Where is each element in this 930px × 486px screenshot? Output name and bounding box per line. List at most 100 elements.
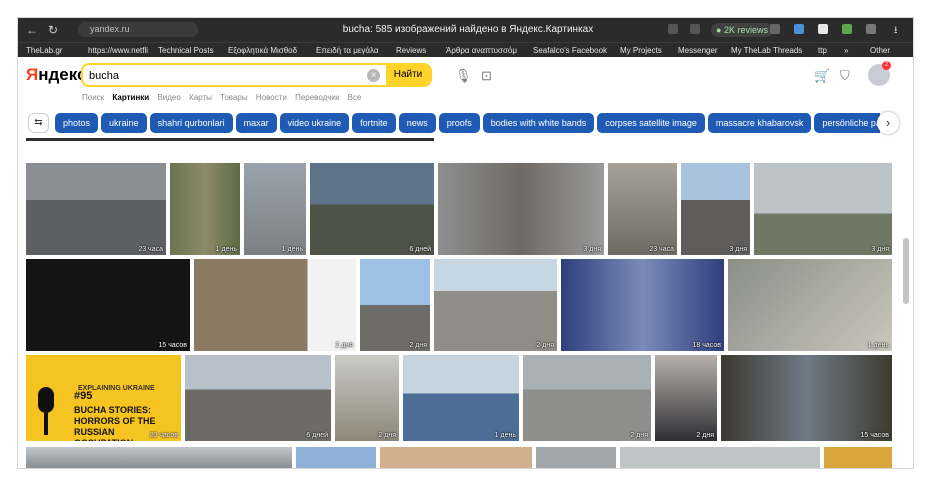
extension-green-icon[interactable]	[842, 24, 852, 34]
image-thumbnail[interactable]: 6 дней	[310, 163, 434, 255]
chip[interactable]: photos	[55, 113, 99, 133]
clear-icon[interactable]: ×	[367, 69, 380, 82]
bookmark-item[interactable]: Εξοφλητικά Μισθοδ	[228, 46, 297, 55]
bookmark-item[interactable]: https://www.netfli	[88, 46, 148, 55]
bookmark-item[interactable]: Reviews	[396, 46, 426, 55]
image-thumbnail[interactable]: 2 дня	[655, 355, 717, 441]
chip[interactable]: proofs	[438, 113, 480, 133]
age-label: 2 дня	[536, 342, 554, 349]
shield-icon[interactable]	[866, 24, 876, 34]
image-thumbnail[interactable]: 1 день	[170, 163, 240, 255]
tab-images[interactable]: Картинки	[112, 93, 149, 102]
image-thumbnail[interactable]: 15 часов	[26, 259, 190, 351]
tab-search[interactable]: Поиск	[82, 93, 104, 102]
age-label: 2 дня	[630, 432, 648, 439]
chip[interactable]: bodies with white bands	[482, 113, 595, 133]
tab-all[interactable]: Все	[348, 93, 362, 102]
image-thumbnail[interactable]: 15 часов	[721, 355, 892, 441]
search-box: × Найти	[81, 63, 432, 87]
image-thumbnail[interactable]: 2 дня	[523, 355, 651, 441]
image-thumbnail[interactable]	[296, 447, 376, 468]
bookmark-item[interactable]: My Projects	[620, 46, 662, 55]
bookmark-item[interactable]: Seafalco's Facebook	[533, 46, 607, 55]
related-chips: photos ukraine shahri qurbonlari maxar video…	[55, 113, 880, 133]
image-thumbnail[interactable]: 2 дня	[434, 259, 557, 351]
extension-blue-icon[interactable]	[794, 24, 804, 34]
tab-products[interactable]: Товары	[220, 93, 248, 102]
bookmark-item[interactable]: Άρθρα αναπτυσσόμ	[446, 46, 517, 55]
image-thumbnail[interactable]: EXPLAINING UKRAINE #95 BUCHA STORIES: HO…	[26, 355, 181, 441]
back-icon[interactable]: ←	[26, 23, 38, 37]
chip[interactable]: corpses satellite image	[597, 113, 705, 133]
service-tabs: Поиск Картинки Видео Карты Товары Новост…	[82, 93, 367, 102]
image-thumbnail[interactable]: 3 дня	[681, 163, 750, 255]
search-input[interactable]	[89, 67, 349, 84]
cart-icon[interactable]: 🛒	[814, 68, 830, 84]
age-label: 23 часа	[138, 246, 163, 253]
image-thumbnail[interactable]: 1 день	[728, 259, 892, 351]
filter-icon[interactable]: ⇆	[28, 113, 49, 133]
image-thumbnail[interactable]: 2 дня	[335, 355, 399, 441]
bookmark-item[interactable]: TheLab.gr	[26, 46, 62, 55]
image-thumbnail[interactable]: 18 часов	[561, 259, 724, 351]
bookmark-other[interactable]: Other	[870, 46, 890, 55]
address-bar[interactable]: yandex.ru	[78, 22, 198, 37]
shield-check-icon[interactable]: ⛉	[840, 68, 850, 84]
window-title: bucha: 585 изображений найдено в Яндекс.…	[342, 24, 594, 35]
chevron-right-icon[interactable]: ›	[877, 112, 899, 134]
search-button[interactable]: Найти	[386, 65, 430, 85]
extension-white-icon[interactable]	[818, 24, 828, 34]
camera-search-icon[interactable]: ⊡	[481, 68, 492, 84]
image-thumbnail[interactable]	[26, 447, 292, 468]
image-thumbnail[interactable]: 6 дней	[185, 355, 331, 441]
tab-maps[interactable]: Карты	[189, 93, 212, 102]
age-label: 6 дней	[409, 246, 431, 253]
extension-icon[interactable]	[690, 24, 700, 34]
image-thumbnail[interactable]	[536, 447, 616, 468]
age-label: 6 дней	[306, 432, 328, 439]
age-label: 23 часа	[649, 246, 674, 253]
image-thumbnail[interactable]: 1 день	[244, 163, 306, 255]
bookmark-item[interactable]: Technical Posts	[158, 46, 214, 55]
chip[interactable]: ukraine	[101, 113, 147, 133]
browser-titlebar: ← ↻ yandex.ru bucha: 585 изображений най…	[18, 18, 913, 42]
tab-news[interactable]: Новости	[256, 93, 287, 102]
scrollbar[interactable]	[903, 238, 909, 304]
bookmark-item[interactable]: Messenger	[678, 46, 718, 55]
image-thumbnail[interactable]	[620, 447, 820, 468]
bookmark-item[interactable]: My TheLab Threads	[731, 46, 802, 55]
bookmark-icon[interactable]	[770, 24, 780, 34]
age-label: 1 день	[281, 246, 303, 253]
tab-video[interactable]: Видео	[157, 93, 180, 102]
chip[interactable]: fortnite	[352, 113, 396, 133]
image-thumbnail[interactable]: 2 дня	[360, 259, 430, 351]
bookmark-item[interactable]: ttp	[818, 46, 827, 55]
microphone-stand	[44, 413, 48, 435]
chip[interactable]: massacre khabarovsk	[707, 113, 812, 133]
translate-icon[interactable]	[668, 24, 678, 34]
download-icon[interactable]: ⭳	[894, 23, 898, 40]
chip[interactable]: video ukraine	[279, 113, 350, 133]
bookmark-more[interactable]: »	[844, 46, 848, 55]
image-thumbnail[interactable]	[824, 447, 892, 468]
image-thumbnail[interactable]: 2 дня	[194, 259, 356, 351]
chip[interactable]: news	[398, 113, 436, 133]
image-thumbnail[interactable]: 3 дня	[438, 163, 604, 255]
image-thumbnail[interactable]: 23 часа	[608, 163, 677, 255]
reload-icon[interactable]: ↻	[48, 23, 58, 37]
age-label: 3 дня	[729, 246, 747, 253]
tab-translator[interactable]: Переводчик	[295, 93, 339, 102]
chip[interactable]: persönliche partne	[814, 113, 880, 133]
yandex-logo[interactable]: Яндекс	[26, 65, 86, 85]
image-thumbnail[interactable]	[380, 447, 532, 468]
bookmark-item[interactable]: Επειδή τα μεγάλα	[316, 46, 379, 55]
age-label: 3 дня	[583, 246, 601, 253]
chip[interactable]: shahri qurbonlari	[149, 113, 233, 133]
chip[interactable]: maxar	[235, 113, 277, 133]
reviews-badge[interactable]: ● 2K reviews	[711, 23, 773, 37]
image-thumbnail[interactable]: 3 дня	[754, 163, 892, 255]
age-label: 15 часов	[158, 342, 187, 349]
microphone-icon[interactable]: 🎙	[455, 68, 472, 84]
image-thumbnail[interactable]: 23 часа	[26, 163, 166, 255]
image-thumbnail[interactable]: 1 день	[403, 355, 519, 441]
